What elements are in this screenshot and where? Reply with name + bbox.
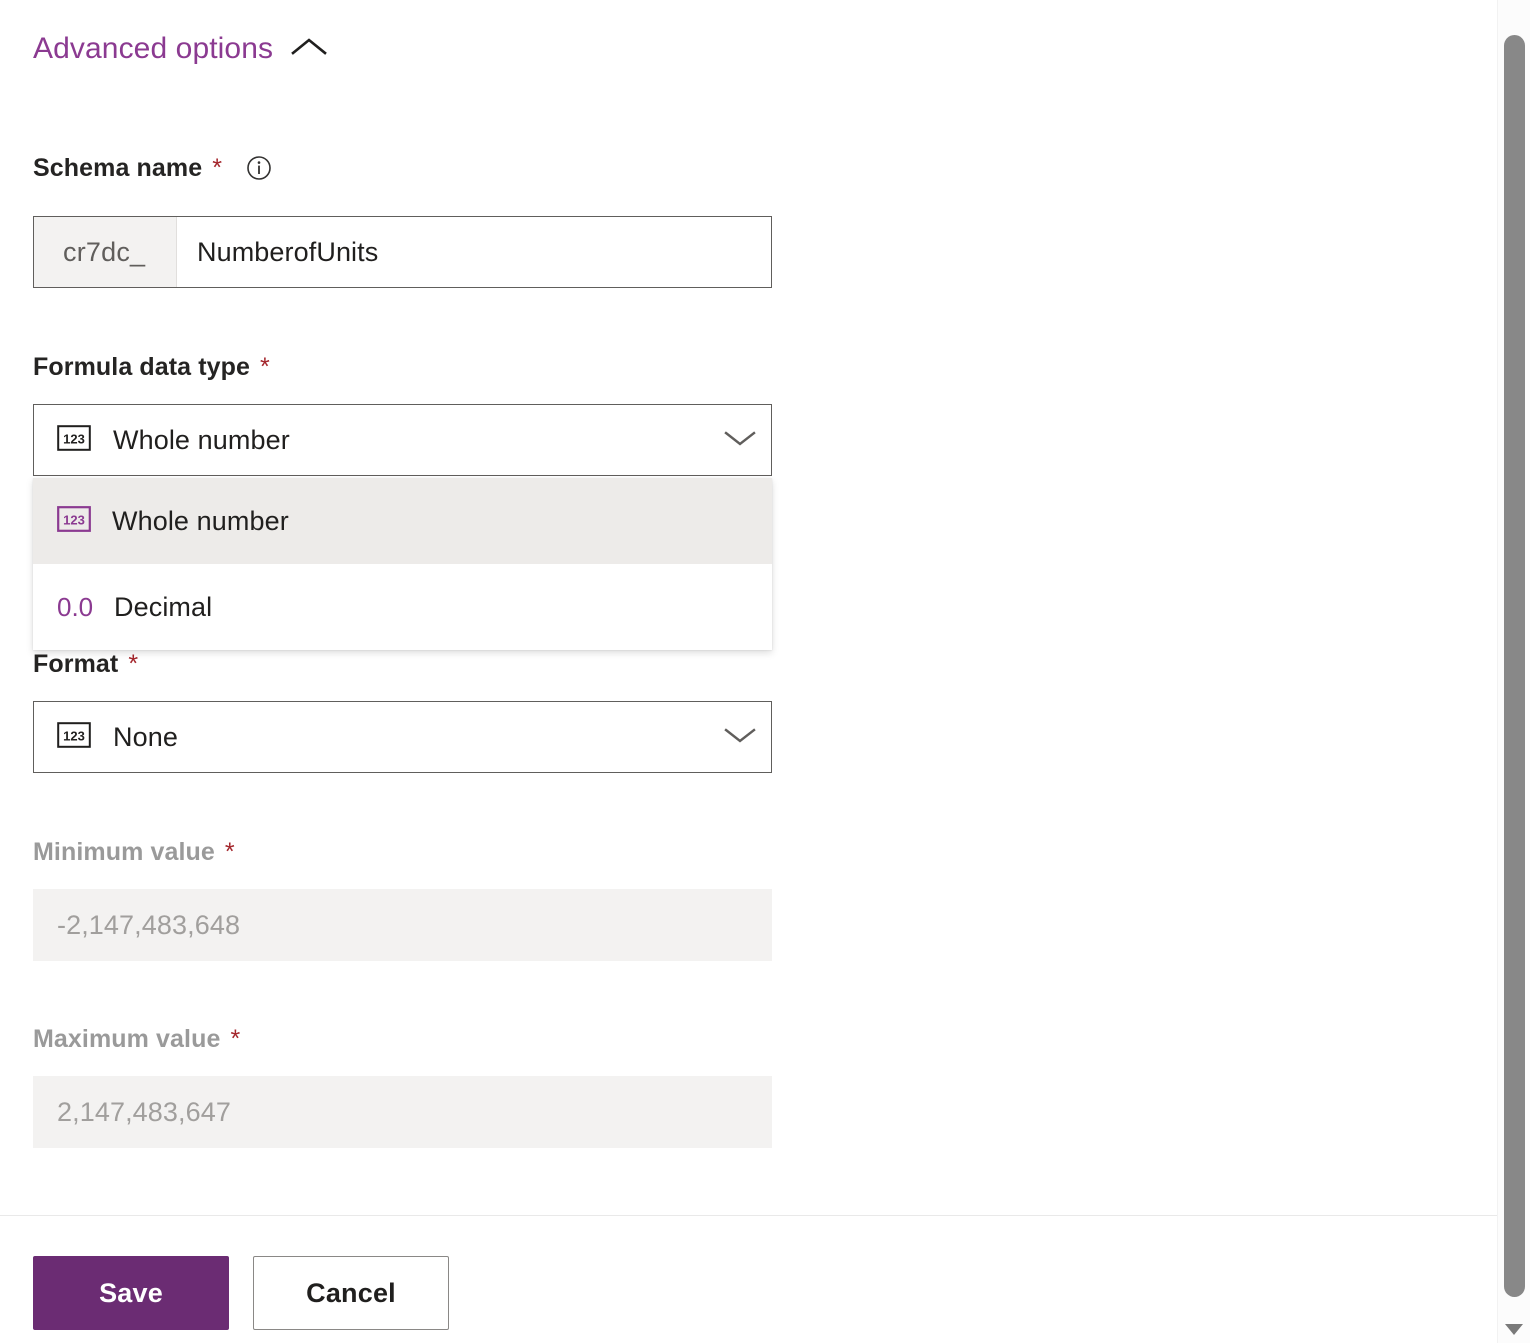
advanced-options-label: Advanced options	[33, 31, 273, 67]
info-icon[interactable]	[246, 155, 272, 181]
formula-data-type-combobox[interactable]: 123 Whole number	[33, 404, 772, 476]
whole-number-123-icon: 123	[57, 506, 91, 537]
svg-text:123: 123	[63, 512, 85, 527]
minimum-value-label: Minimum value *	[33, 837, 235, 867]
format-label-text: Format	[33, 649, 118, 679]
footer-button-row: Save Cancel	[33, 1256, 449, 1330]
schema-name-prefix: cr7dc_	[34, 217, 177, 287]
dropdown-option-label: Decimal	[114, 592, 212, 623]
formula-data-type-dropdown-list[interactable]: 123 Whole number 0.0 Decimal	[33, 478, 772, 650]
formula-data-type-label: Formula data type *	[33, 352, 270, 382]
save-button[interactable]: Save	[33, 1256, 229, 1330]
formula-data-type-label-text: Formula data type	[33, 352, 250, 382]
chevron-up-icon	[291, 36, 327, 63]
formula-data-type-selected-value: Whole number	[113, 425, 723, 456]
screen-root: Advanced options Schema name * cr7dc_	[0, 0, 1530, 1343]
chevron-down-icon[interactable]	[723, 427, 757, 454]
scroll-down-arrow-icon[interactable]	[1505, 1324, 1523, 1335]
format-label: Format *	[33, 649, 138, 679]
scrollbar-thumb[interactable]	[1504, 35, 1525, 1297]
whole-number-123-icon: 123	[57, 425, 91, 456]
maximum-value-input: 2,147,483,647	[33, 1076, 772, 1148]
dropdown-option-whole-number[interactable]: 123 Whole number	[33, 478, 772, 564]
schema-name-label-text: Schema name	[33, 153, 202, 183]
formula-data-type-required-marker: *	[260, 355, 270, 380]
maximum-value-required-marker: *	[230, 1027, 240, 1052]
minimum-value-required-marker: *	[225, 840, 235, 865]
svg-text:123: 123	[63, 728, 85, 743]
schema-name-input[interactable]	[177, 217, 771, 287]
format-required-marker: *	[128, 652, 138, 677]
advanced-options-toggle[interactable]: Advanced options	[33, 31, 327, 67]
footer-divider	[0, 1215, 1497, 1216]
maximum-value-label: Maximum value *	[33, 1024, 240, 1054]
vertical-scrollbar[interactable]	[1497, 0, 1530, 1343]
schema-name-required-marker: *	[212, 156, 222, 181]
dropdown-option-label: Whole number	[112, 506, 289, 537]
maximum-value-label-text: Maximum value	[33, 1024, 220, 1054]
chevron-down-icon[interactable]	[723, 724, 757, 751]
maximum-value-text: 2,147,483,647	[57, 1097, 231, 1128]
dropdown-option-decimal[interactable]: 0.0 Decimal	[33, 564, 772, 650]
schema-name-field[interactable]: cr7dc_	[33, 216, 772, 288]
column-properties-panel: Advanced options Schema name * cr7dc_	[0, 0, 1497, 1343]
svg-text:123: 123	[63, 431, 85, 446]
format-selected-value: None	[113, 722, 723, 753]
minimum-value-input: -2,147,483,648	[33, 889, 772, 961]
format-combobox[interactable]: 123 None	[33, 701, 772, 773]
whole-number-123-icon: 123	[57, 722, 91, 753]
minimum-value-label-text: Minimum value	[33, 837, 215, 867]
minimum-value-text: -2,147,483,648	[57, 910, 240, 941]
decimal-0-0-icon: 0.0	[57, 594, 93, 620]
cancel-button[interactable]: Cancel	[253, 1256, 449, 1330]
schema-name-label: Schema name *	[33, 153, 272, 183]
